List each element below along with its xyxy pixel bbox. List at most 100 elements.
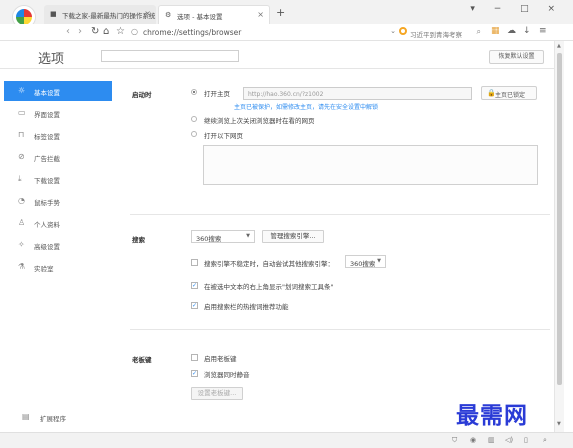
person-icon: ♙: [18, 218, 26, 227]
home-icon[interactable]: ⌂: [103, 26, 109, 37]
sidebar-item-adblock[interactable]: ⊘ 广告拦截: [4, 147, 112, 167]
shield-icon[interactable]: ⛉: [452, 436, 457, 445]
sidebar-item-profile[interactable]: ♙ 个人资料: [4, 213, 112, 233]
forward-icon[interactable]: ›: [78, 26, 82, 37]
sidebar-item-downloads[interactable]: ⤓ 下载设置: [4, 169, 112, 189]
page-title: 选项: [38, 52, 65, 67]
sidebar-item-label: 标签设置: [34, 133, 60, 141]
navigation-bar: ‹ › ↻ ⌂ ☆ ○ chrome://settings/browser ⌄ …: [0, 24, 573, 41]
page-icon[interactable]: ▯: [524, 436, 528, 444]
homepage-lock-hint[interactable]: 主页已被保护，如需修改主页，请先在安全设置中解锁: [234, 102, 378, 111]
search-engine-icon: [399, 27, 407, 35]
back-icon[interactable]: ‹: [66, 26, 70, 37]
homepage-url-field[interactable]: http://hao.360.cn/?z1002: [243, 87, 472, 100]
menu-icon[interactable]: ≡: [539, 26, 547, 36]
sidebar-item-mouse-gestures[interactable]: ◔ 鼠标手势: [4, 191, 112, 211]
tab-title: 下载之家-最新最热门的操作系统: [62, 12, 156, 20]
sidebar-item-label: 广告拦截: [34, 155, 60, 163]
sidebar-item-label: 实验室: [34, 265, 54, 273]
section-label-search: 搜索: [132, 236, 145, 244]
checkbox-enable-boss-key[interactable]: [191, 354, 198, 361]
scroll-thumb[interactable]: [557, 53, 562, 385]
sidebar-item-label: 个人资料: [34, 221, 60, 229]
checkbox-label: 浏览器同时静音: [204, 371, 250, 379]
section-divider: [130, 214, 550, 215]
star-icon[interactable]: ☆: [116, 26, 125, 37]
checkbox-label: 启用搜索栏的热搜词推荐功能: [204, 303, 289, 311]
checkbox-selection-search-toolbar[interactable]: ✓: [191, 282, 198, 289]
sidebar-item-lab[interactable]: ⚗ 实验室: [4, 257, 112, 277]
tab-icon: ⊓: [18, 130, 25, 139]
homepage-locked-button[interactable]: 🔒 主页已锁定: [481, 86, 537, 100]
radio-label: 打开以下网页: [204, 132, 243, 140]
sidebar-item-extensions[interactable]: ▤ 扩展程序: [4, 408, 112, 426]
select-value: 360搜索: [196, 235, 222, 243]
tab-downloads-home[interactable]: ■ 下载之家-最新最热门的操作系统 ×: [44, 5, 156, 24]
sidebar-item-label: 基本设置: [34, 89, 60, 97]
radio-open-specific-pages[interactable]: [191, 131, 197, 137]
checkbox-mute-browser[interactable]: ✓: [191, 370, 198, 377]
checkbox-label: 搜索引擎不稳定时，自动尝试其他搜索引擎：: [204, 260, 334, 268]
checkbox-hot-search-suggestions[interactable]: ✓: [191, 302, 198, 309]
sidebar-item-basic[interactable]: ☼ 基本设置: [4, 81, 112, 101]
manage-search-engines-button[interactable]: 管理搜索引擎...: [262, 230, 324, 243]
lab-icon: ⚗: [18, 262, 26, 271]
sidebar: ☼ 基本设置 ▭ 界面设置 ⊓ 标签设置 ⊘ 广告拦截 ⤓ 下载设置 ◔ 鼠标手…: [0, 69, 118, 432]
gear-icon: ⚙: [165, 11, 172, 19]
radio-label: 打开主页: [204, 90, 230, 98]
lock-button-label: 主页已锁定: [495, 92, 526, 99]
checkbox-auto-switch-engine[interactable]: [191, 259, 198, 266]
search-engine-select[interactable]: 360搜索 ▼: [191, 230, 255, 243]
search-icon[interactable]: ⌕: [477, 27, 481, 37]
radio-continue-last-session[interactable]: [191, 116, 197, 122]
window-icon: ▭: [18, 108, 26, 117]
search-placeholder: 习近平到青海考察: [410, 31, 462, 39]
chevron-down-icon[interactable]: ⌄: [390, 27, 396, 35]
checkbox-label: 在被选中文本的右上角显示"划词搜索工具条": [204, 283, 334, 291]
page-icon: ○: [131, 27, 138, 36]
sidebar-item-interface[interactable]: ▭ 界面设置: [4, 103, 112, 123]
settings-search-input[interactable]: [101, 50, 239, 62]
cloud-icon[interactable]: ☁: [507, 26, 516, 36]
sidebar-item-label: 扩展程序: [40, 415, 66, 423]
sidebar-item-label: 高级设置: [34, 243, 60, 251]
site-favicon-icon: ■: [50, 10, 57, 18]
settings-header: 选项 恢复默认设置: [0, 41, 554, 69]
new-tab-button[interactable]: +: [276, 6, 285, 19]
sidebar-item-advanced[interactable]: ✧ 高级设置: [4, 235, 112, 255]
sound-icon[interactable]: ◁): [505, 436, 513, 444]
select-value: 360搜索: [350, 260, 376, 268]
zoom-icon[interactable]: ⌕: [543, 436, 547, 445]
reset-defaults-button[interactable]: 恢复默认设置: [489, 50, 544, 64]
download-icon[interactable]: ↓: [523, 26, 531, 36]
address-text: chrome://settings/browser: [143, 28, 242, 37]
sidebar-item-label: 鼠标手势: [34, 199, 60, 207]
vertical-scrollbar[interactable]: ▲ ▼: [554, 41, 564, 432]
section-divider: [130, 329, 550, 330]
startup-pages-list[interactable]: [203, 145, 538, 185]
download-icon: ⤓: [18, 174, 22, 183]
refresh-icon[interactable]: ↻: [91, 26, 99, 37]
tab-settings[interactable]: ⚙ 选项 - 基本设置 ×: [158, 5, 270, 24]
grid-icon[interactable]: ▥: [488, 436, 495, 444]
lock-icon: 🔒: [487, 89, 496, 97]
address-bar[interactable]: ○ chrome://settings/browser ⌄: [131, 26, 396, 39]
checkbox-label: 启用老板键: [204, 355, 237, 363]
gear-icon: ☼: [18, 86, 26, 95]
extension-icon: ▤: [22, 412, 30, 421]
section-label-startup: 启动时: [132, 91, 152, 99]
status-bar: ⛉ ◉ ▥ ◁) ▯ ⌕: [0, 432, 573, 448]
tab-title: 选项 - 基本设置: [177, 13, 223, 21]
close-icon[interactable]: ×: [257, 10, 264, 19]
radio-open-homepage[interactable]: [191, 89, 197, 95]
window-controls[interactable]: ▾ − □ ×: [470, 4, 563, 14]
sidebar-item-tabs[interactable]: ⊓ 标签设置: [4, 125, 112, 145]
fallback-engine-select[interactable]: 360搜索 ▼: [345, 255, 386, 268]
search-input[interactable]: 习近平到青海考察 ⌕: [397, 26, 483, 39]
scroll-up-icon[interactable]: ▲: [557, 43, 561, 49]
scroll-down-icon[interactable]: ▼: [557, 421, 561, 427]
set-boss-key-button[interactable]: 设置老板键...: [191, 387, 243, 400]
apps-icon[interactable]: ▦: [491, 26, 500, 36]
close-icon[interactable]: ×: [144, 9, 151, 18]
camera-icon[interactable]: ◉: [470, 436, 476, 444]
